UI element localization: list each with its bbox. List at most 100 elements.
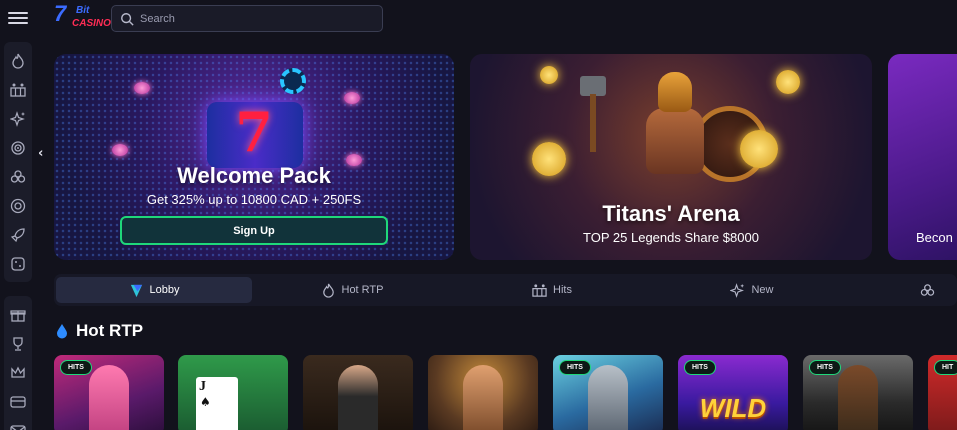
logo-number: 7 <box>54 1 66 26</box>
dice-icon <box>11 256 25 271</box>
spartan-warrior-illustration <box>640 72 710 182</box>
sidebar-item-jackpot[interactable] <box>4 249 32 278</box>
sidebar <box>4 42 32 430</box>
hammer-decoration <box>580 76 606 96</box>
seven-symbol: 7 <box>235 100 273 164</box>
sidebar-item-crash[interactable] <box>4 220 32 249</box>
search-box[interactable] <box>111 5 383 32</box>
game-card[interactable]: J ♠ <box>178 355 288 430</box>
sidebar-item-live[interactable] <box>4 191 32 220</box>
carousel-prev-arrow[interactable]: ‹ <box>38 146 43 161</box>
dealer-art <box>338 365 378 430</box>
wild-logo: WILD <box>699 393 767 423</box>
banner-subtitle: Get 325% up to 10800 CAD + 250FS <box>146 192 362 207</box>
sidebar-item-vip[interactable] <box>4 358 32 387</box>
tab-lobby[interactable]: Lobby <box>56 277 252 303</box>
banner-title: Welcome Pack <box>177 163 331 188</box>
slots-icon <box>10 83 26 97</box>
rocket-icon <box>10 227 25 242</box>
game-card[interactable]: HITS <box>553 355 663 430</box>
hammer-handle-decoration <box>590 94 596 152</box>
sidebar-promo-group <box>4 296 32 430</box>
search-input[interactable] <box>140 12 360 25</box>
water-drop-icon <box>57 324 67 339</box>
banner-subtitle: Becon <box>916 230 953 245</box>
game-card[interactable] <box>428 355 538 430</box>
card-rank: J <box>199 379 206 394</box>
game-card[interactable]: HITS <box>803 355 913 430</box>
banner-title: Titans' Arena <box>602 201 740 226</box>
banner-partial[interactable]: Becon <box>888 54 957 260</box>
slot-machine-illustration: 7 <box>199 94 309 174</box>
flame-icon <box>12 53 24 69</box>
coin-decoration <box>532 142 566 176</box>
sparkle-icon <box>730 282 745 298</box>
tab-hits[interactable]: Hits <box>454 277 650 303</box>
sidebar-games-group <box>4 42 32 282</box>
banner-subtitle: TOP 25 Legends Share $8000 <box>583 230 759 245</box>
knight-art <box>588 365 628 430</box>
playing-card-art: J ♠ <box>196 377 238 430</box>
sidebar-item-hits[interactable] <box>4 75 32 104</box>
sidebar-item-new[interactable] <box>4 104 32 133</box>
banner-titans-arena[interactable]: Titans' Arena TOP 25 Legends Share $8000 <box>470 54 872 260</box>
crown-icon <box>11 366 25 378</box>
hits-badge: HITS <box>559 360 591 375</box>
sidebar-item-messages[interactable] <box>4 416 32 430</box>
gem-decoration <box>344 92 360 104</box>
trophy-icon <box>13 336 23 351</box>
casino-logo[interactable]: 7 Bit CASINO <box>52 1 111 33</box>
tab-new[interactable]: New <box>654 277 850 303</box>
hits-icon <box>532 283 547 297</box>
tab-label: New <box>751 284 774 296</box>
casino-chip-decoration <box>280 68 306 94</box>
menu-icon[interactable] <box>8 9 28 27</box>
card-icon <box>10 395 26 408</box>
dealer-art <box>463 365 503 430</box>
sidebar-item-bonus[interactable] <box>4 133 32 162</box>
sparkle-icon <box>10 110 25 127</box>
sign-up-button[interactable]: Sign Up <box>120 216 388 245</box>
club-icon <box>10 169 26 183</box>
gem-decoration <box>112 144 128 156</box>
club-icon <box>920 283 935 296</box>
hits-badge: HIT <box>934 360 957 375</box>
banner-welcome-pack[interactable]: 7 Welcome Pack Get 325% up to 10800 CAD … <box>54 54 454 260</box>
coin-decoration <box>740 130 778 168</box>
sidebar-item-payments[interactable] <box>4 387 32 416</box>
gem-decoration <box>134 82 150 94</box>
gift-icon <box>10 309 26 322</box>
tab-label: Lobby <box>149 284 180 296</box>
tab-hot-rtp[interactable]: Hot RTP <box>254 277 450 303</box>
hits-badge: HITS <box>60 360 92 375</box>
game-art <box>89 365 129 430</box>
coin-decoration <box>540 66 558 84</box>
sidebar-item-tournaments[interactable] <box>4 329 32 358</box>
flame-icon <box>322 283 334 298</box>
game-card[interactable]: HIT <box>928 355 957 430</box>
game-card[interactable]: HITS <box>54 355 164 430</box>
sidebar-item-table[interactable] <box>4 162 32 191</box>
section-title: Hot RTP <box>76 321 144 340</box>
card-suit: ♠ <box>200 395 211 409</box>
game-card[interactable] <box>303 355 413 430</box>
tab-label: Hits <box>553 284 572 296</box>
tab-table-games[interactable] <box>920 277 956 303</box>
logo-bit: Bit <box>76 5 90 16</box>
top-bar: 7 Bit CASINO <box>0 0 957 38</box>
search-icon <box>121 12 134 26</box>
hits-badge: HITS <box>809 360 841 375</box>
mail-icon <box>10 424 26 430</box>
target-icon <box>11 140 25 155</box>
chip-icon <box>10 198 26 213</box>
lobby-icon <box>130 284 142 297</box>
sidebar-item-hot[interactable] <box>4 46 32 75</box>
section-heading-hot-rtp: Hot RTP <box>54 321 143 341</box>
game-card[interactable]: WILD HITS <box>678 355 788 430</box>
hits-badge: HITS <box>684 360 716 375</box>
sidebar-item-promotions[interactable] <box>4 300 32 329</box>
explorer-art <box>838 365 878 430</box>
category-tabs: Lobby Hot RTP Hits New <box>54 274 957 306</box>
tab-label: Hot RTP <box>341 284 384 296</box>
logo-casino: CASINO <box>72 18 111 29</box>
